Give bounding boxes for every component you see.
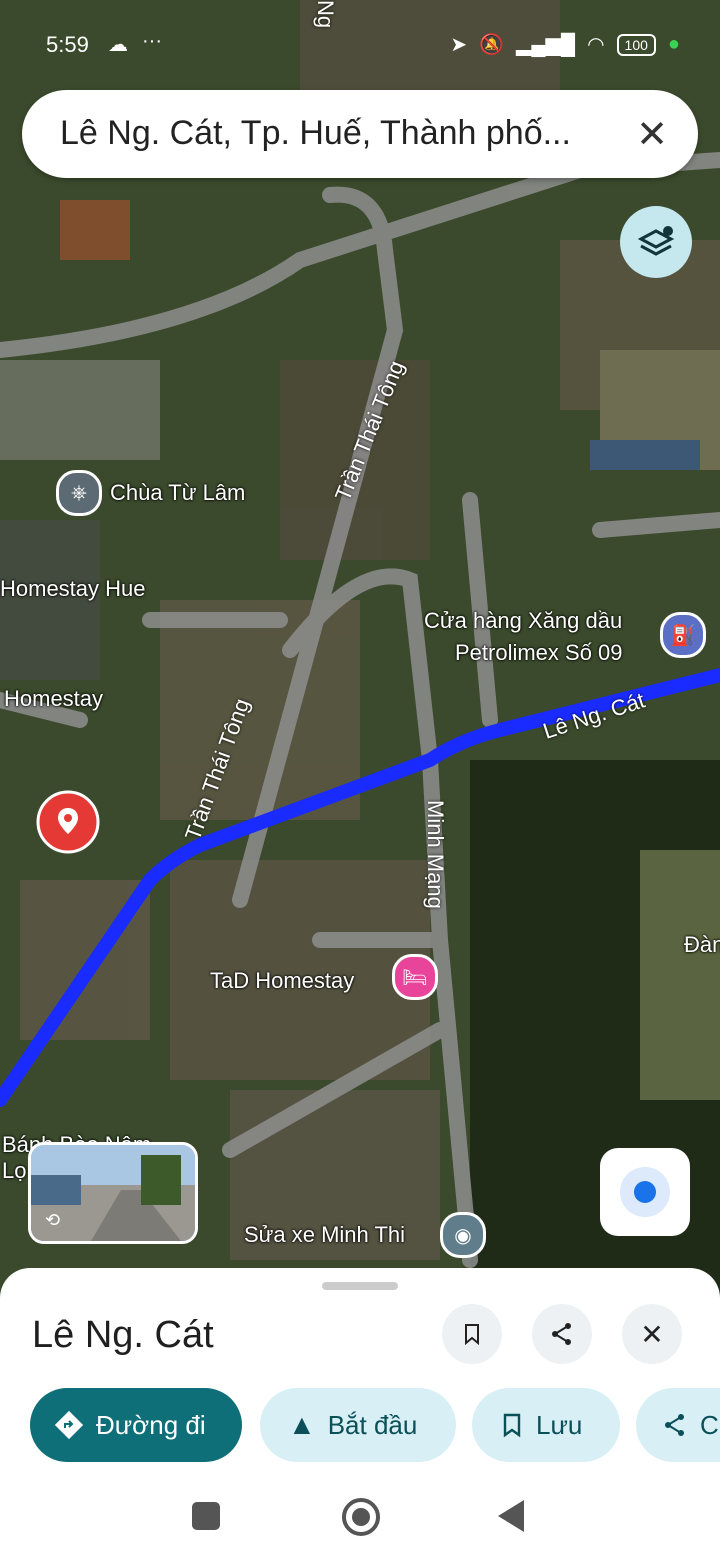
dot-icon: ● xyxy=(667,33,680,55)
recents-icon[interactable] xyxy=(192,1502,220,1530)
drag-handle[interactable] xyxy=(322,1282,398,1290)
back-icon[interactable] xyxy=(498,1500,524,1532)
poi-homestay[interactable]: Homestay xyxy=(4,686,103,712)
search-query[interactable]: Lê Ng. Cát, Tp. Huế, Thành phố... xyxy=(60,114,620,153)
bed-icon[interactable]: 🛏 xyxy=(392,954,438,1000)
search-bar[interactable]: Lê Ng. Cát, Tp. Huế, Thành phố... ✕ xyxy=(22,90,698,178)
save-label: Lưu xyxy=(536,1409,583,1440)
wifi-icon: ◠ xyxy=(587,34,605,56)
poi-sua-xe[interactable]: Sửa xe Minh Thi xyxy=(244,1222,405,1248)
home-icon[interactable] xyxy=(342,1498,380,1536)
poi-gas-station-line2[interactable]: Petrolimex Số 09 xyxy=(455,640,623,666)
system-nav-bar xyxy=(0,1480,720,1560)
gas-station-icon[interactable]: ⛽ xyxy=(660,612,706,658)
start-label: Bắt đầu xyxy=(327,1409,418,1440)
poi-chua-tu-lam[interactable]: Chùa Từ Lâm xyxy=(110,480,245,506)
street-view-thumbnail[interactable]: ⟲ xyxy=(28,1142,198,1244)
bookmark-icon xyxy=(503,1413,521,1438)
signal-icon: ▂▄▆█ xyxy=(515,34,576,56)
place-title: Lê Ng. Cát xyxy=(32,1314,214,1356)
bookmark-icon xyxy=(465,1324,479,1346)
directions-button[interactable]: Đường đi xyxy=(30,1388,242,1462)
street-top: Ng xyxy=(313,0,338,29)
save-icon-button[interactable] xyxy=(442,1304,502,1364)
temple-icon[interactable]: ⎈ xyxy=(56,470,102,516)
directions-label: Đường đi xyxy=(96,1409,206,1440)
navigation-arrow-icon: ▲ xyxy=(288,1409,316,1440)
close-sheet-button[interactable]: ✕ xyxy=(622,1304,682,1364)
rotate-360-icon: ⟲ xyxy=(45,1210,61,1230)
status-bar: 5:59 ☁ ··· ➤ 🔕 ▂▄▆█ ◠ 100 ● xyxy=(0,28,720,62)
poi-tad-homestay[interactable]: TaD Homestay xyxy=(210,968,354,994)
map-view[interactable]: 5:59 ☁ ··· ➤ 🔕 ▂▄▆█ ◠ 100 ● Lê Ng. Cát, … xyxy=(0,0,720,1300)
layers-button[interactable] xyxy=(620,206,692,278)
share-icon xyxy=(665,1414,684,1436)
poi-banh-beo-line2[interactable]: Lọ xyxy=(2,1158,26,1184)
status-time: 5:59 xyxy=(46,32,89,57)
save-button[interactable]: Lưu xyxy=(472,1388,620,1462)
status-dots: ··· xyxy=(142,30,162,52)
action-chips: Đường đi ▲ Bắt đầu Lưu C xyxy=(30,1388,720,1464)
navigation-icon: ➤ xyxy=(450,34,468,56)
location-pin-icon[interactable] xyxy=(36,790,100,854)
start-button[interactable]: ▲ Bắt đầu xyxy=(260,1388,456,1462)
pin-icon[interactable]: ◉ xyxy=(440,1212,486,1258)
poi-gas-station-line1[interactable]: Cửa hàng Xăng dầu xyxy=(424,608,622,634)
share-label: C xyxy=(700,1409,719,1440)
mute-icon: 🔕 xyxy=(479,34,504,56)
poi-homestay-hue[interactable]: Homestay Hue xyxy=(0,576,146,602)
street-minh-mang: Minh Mạng xyxy=(423,800,448,909)
share-button[interactable]: C xyxy=(636,1388,720,1462)
share-icon xyxy=(552,1323,571,1345)
cloud-icon: ☁ xyxy=(108,34,128,56)
share-icon-button[interactable] xyxy=(532,1304,592,1364)
layers-icon xyxy=(637,226,675,256)
my-location-button[interactable] xyxy=(600,1148,690,1236)
close-search-button[interactable]: ✕ xyxy=(636,112,668,157)
my-location-icon xyxy=(634,1181,656,1203)
battery-indicator: 100 xyxy=(616,33,656,56)
directions-icon xyxy=(54,1410,84,1440)
poi-dan[interactable]: Đàn xyxy=(684,932,720,958)
